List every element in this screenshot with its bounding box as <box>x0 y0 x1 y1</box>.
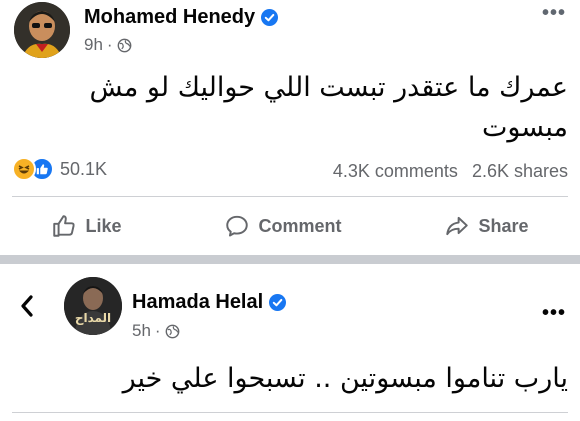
author-avatar[interactable] <box>14 2 70 58</box>
stats-divider <box>12 196 568 197</box>
share-count[interactable]: 2.6K shares <box>472 161 568 182</box>
post-time[interactable]: 9h <box>84 35 103 55</box>
comment-button[interactable]: Comment <box>210 207 355 245</box>
thumbs-up-icon <box>53 215 76 237</box>
post-henedy: Mohamed Henedy 9h · ••• عمرك ما عتقدر تب… <box>0 0 580 255</box>
post-text-line-2: مبسوت <box>481 112 568 143</box>
reactions-summary[interactable]: 50.1K <box>12 157 107 181</box>
more-options-button[interactable]: ••• <box>542 302 566 325</box>
comment-count[interactable]: 4.3K comments <box>333 161 458 182</box>
post-text-line-1: يارب تناموا مبسوتين .. تسبحوا علي خير <box>122 363 568 394</box>
author-name[interactable]: Hamada Helal <box>132 291 287 314</box>
verified-badge-icon <box>261 9 279 26</box>
post-bottom-divider <box>12 412 568 413</box>
globe-icon <box>117 38 131 52</box>
share-arrow-icon <box>446 216 469 236</box>
post-meta: 5h · <box>132 321 180 341</box>
comment-label: Comment <box>258 215 342 236</box>
post-time[interactable]: 5h <box>132 321 151 341</box>
post-meta: 9h · <box>84 35 132 55</box>
globe-icon <box>165 324 179 338</box>
engagement-stats: 4.3K comments 2.6K shares <box>333 161 568 182</box>
post-hamada-helal: المداح Hamada Helal 5h · ••• يارب تناموا… <box>0 264 580 421</box>
chevron-left-icon <box>21 295 33 317</box>
back-button[interactable] <box>18 294 36 323</box>
share-label: Share <box>478 215 529 236</box>
feed-separator <box>0 255 580 264</box>
post-text: يارب تناموا مبسوتين .. تسبحوا علي خير <box>8 359 568 399</box>
author-name[interactable]: Mohamed Henedy <box>84 6 279 29</box>
meta-separator: · <box>106 35 113 54</box>
like-label: Like <box>85 215 122 236</box>
post-actions-bar: Like Comment Share <box>0 205 580 247</box>
meta-separator: · <box>154 321 161 340</box>
reaction-count[interactable]: 50.1K <box>60 159 107 180</box>
avatar-caption: المداح <box>74 311 112 325</box>
post-text-line-1: عمرك ما عتقدر تبست اللي حواليك لو مش <box>89 72 568 103</box>
verified-badge-icon <box>269 294 287 311</box>
post-text: عمرك ما عتقدر تبست اللي حواليك لو مش مبس… <box>8 68 568 148</box>
author-name-text[interactable]: Mohamed Henedy <box>84 6 255 29</box>
more-options-button[interactable]: ••• <box>542 2 566 25</box>
like-button[interactable]: Like <box>37 207 135 245</box>
avatar-portrait-image <box>14 2 70 58</box>
comment-bubble-icon <box>226 215 249 237</box>
haha-reaction-icon <box>12 157 36 181</box>
author-avatar[interactable]: المداح <box>64 277 122 335</box>
share-button[interactable]: Share <box>430 207 542 245</box>
author-name-text[interactable]: Hamada Helal <box>132 291 263 314</box>
avatar-portrait-image <box>64 277 122 335</box>
